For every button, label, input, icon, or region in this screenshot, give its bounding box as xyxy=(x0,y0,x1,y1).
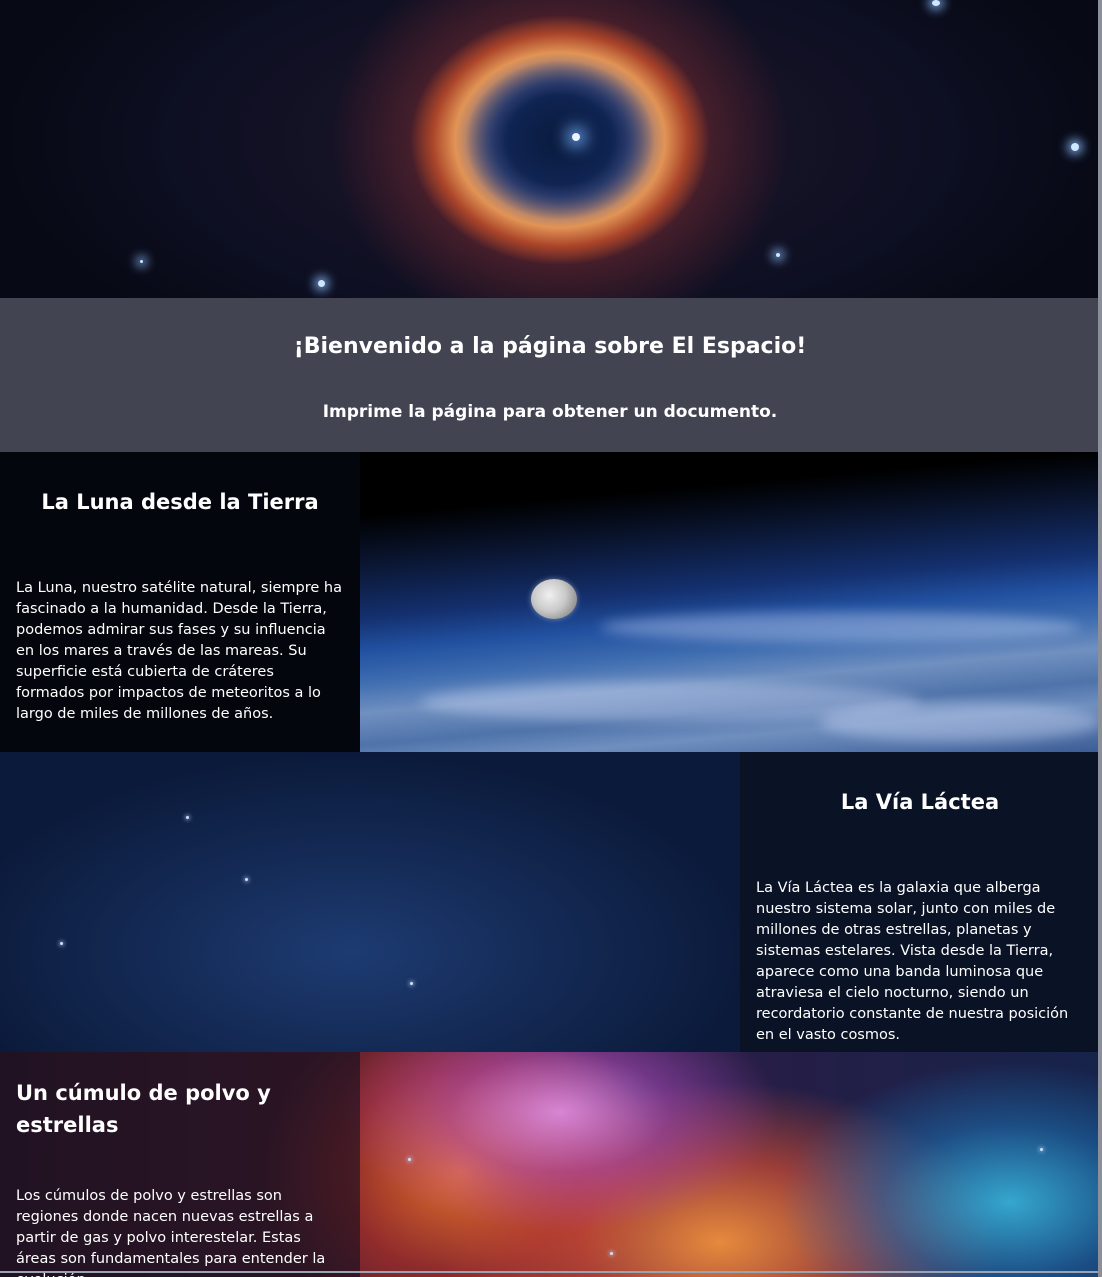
star xyxy=(1071,143,1079,151)
milky-way-text-panel: La Vía Láctea La Vía Láctea es la galaxi… xyxy=(740,752,1100,1052)
section-title: Un cúmulo de polvo y estrellas xyxy=(16,1081,271,1137)
star xyxy=(610,1252,613,1255)
star xyxy=(776,253,780,257)
section-body: La Vía Láctea es la galaxia que alberga … xyxy=(756,880,1069,1043)
star xyxy=(140,260,143,263)
vertical-scrollbar[interactable] xyxy=(1098,0,1102,1277)
hero-nebula-image xyxy=(0,0,1100,298)
section-body: Los cúmulos de polvo y estrellas son reg… xyxy=(16,1188,326,1277)
nebula-central-star xyxy=(572,133,580,141)
moon-text-panel: La Luna desde la Tierra La Luna, nuestro… xyxy=(0,452,360,752)
star xyxy=(410,982,413,985)
star xyxy=(245,878,248,881)
section-moon: La Luna desde la Tierra La Luna, nuestro… xyxy=(0,452,1100,752)
star xyxy=(186,816,189,819)
star xyxy=(932,0,940,6)
welcome-banner: ¡Bienvenido a la página sobre El Espacio… xyxy=(0,298,1100,452)
page-bottom-border xyxy=(0,1271,1100,1273)
section-milky-way: La Vía Láctea La Vía Láctea es la galaxi… xyxy=(0,752,1100,1052)
welcome-title: ¡Bienvenido a la página sobre El Espacio… xyxy=(293,334,807,359)
atmosphere-cloud xyxy=(600,612,1080,642)
welcome-subtitle: Imprime la página para obtener un docume… xyxy=(322,402,778,422)
cluster-text-panel: Un cúmulo de polvo y estrellas Los cúmul… xyxy=(0,1052,360,1277)
section-title: La Vía Láctea xyxy=(840,790,1000,814)
section-title: La Luna desde la Tierra xyxy=(41,490,319,514)
star xyxy=(1040,1148,1043,1151)
moon-image xyxy=(531,579,577,619)
atmosphere-cloud xyxy=(820,702,1100,742)
section-body: La Luna, nuestro satélite natural, siemp… xyxy=(16,580,342,722)
star xyxy=(60,942,63,945)
section-star-cluster: Un cúmulo de polvo y estrellas Los cúmul… xyxy=(0,1052,1100,1277)
star xyxy=(318,280,325,287)
star xyxy=(408,1158,411,1161)
